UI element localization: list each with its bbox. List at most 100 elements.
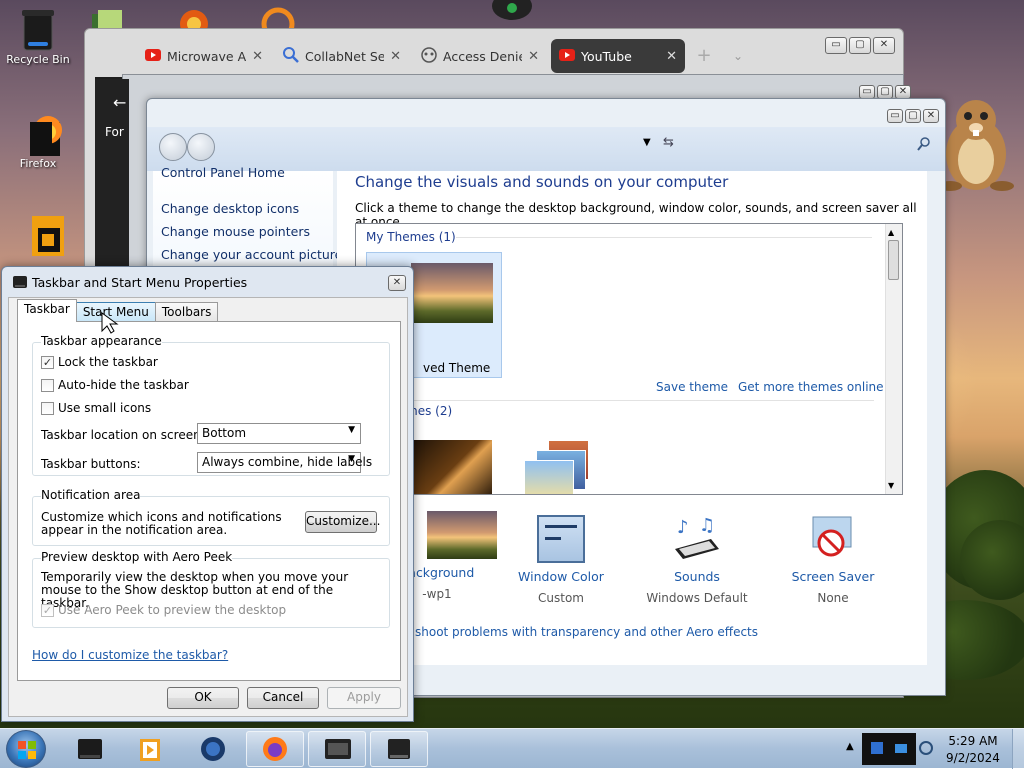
window-color-icon xyxy=(537,515,585,563)
location-select[interactable]: Bottom ▼ xyxy=(197,423,361,444)
browser-tab[interactable]: CollabNet Sear ✕ xyxy=(275,39,409,73)
media-player-icon xyxy=(140,739,160,761)
taskbar-item-firefox[interactable] xyxy=(246,731,304,767)
sidebar-link-desktop-icons[interactable]: Change desktop icons xyxy=(161,201,299,216)
sidebar-link-mouse-pointers[interactable]: Change mouse pointers xyxy=(161,224,310,239)
cancel-button[interactable]: Cancel xyxy=(247,687,319,709)
forward-button[interactable] xyxy=(187,133,215,161)
sidebar-link-account-picture[interactable]: Change your account picture xyxy=(161,247,342,262)
tab-taskbar[interactable]: Taskbar xyxy=(17,299,77,322)
maximize-button[interactable]: ▢ xyxy=(877,85,893,99)
taskbar-buttons-select[interactable]: Always combine, hide labels ▼ xyxy=(197,452,372,473)
tab-label: Access Denied xyxy=(443,48,522,64)
taskbar-tab-panel: Taskbar appearance ✓ Lock the taskbar Au… xyxy=(17,321,401,681)
taskbar-item-window[interactable] xyxy=(308,731,366,767)
address-dropdown-icon[interactable]: ▼ xyxy=(643,137,651,148)
window-color-value: Custom xyxy=(538,591,584,605)
taskbar-item-properties[interactable] xyxy=(370,731,428,767)
taskbar-item-globe[interactable] xyxy=(184,731,242,767)
auto-hide-checkbox[interactable]: Auto-hide the taskbar xyxy=(41,378,189,392)
tab-list-dropdown[interactable]: ⌄ xyxy=(723,39,753,73)
screen-saver-item[interactable]: Screen Saver None xyxy=(773,515,893,605)
desktop-icon-recycle-bin[interactable]: Recycle Bin xyxy=(0,6,76,66)
scroll-down-icon[interactable]: ▼ xyxy=(888,481,894,490)
customize-button[interactable]: Customize... xyxy=(305,511,380,533)
back-button[interactable] xyxy=(159,133,187,161)
minimize-button[interactable]: ▭ xyxy=(859,85,875,99)
dialog-close-button[interactable]: ✕ xyxy=(388,275,406,291)
tab-label: Microwave Anc xyxy=(167,48,247,64)
lock-taskbar-checkbox[interactable]: ✓ Lock the taskbar xyxy=(41,355,158,369)
browser-tab[interactable]: Access Denied ✕ xyxy=(413,39,547,73)
side-label: For xyxy=(105,125,124,139)
sounds-item[interactable]: ♪ ♫ Sounds Windows Default xyxy=(637,515,757,605)
close-button[interactable]: ✕ xyxy=(873,37,895,54)
theme-thumbnail[interactable] xyxy=(412,440,492,494)
get-more-themes-link[interactable]: Get more themes online xyxy=(738,380,884,394)
youtube-icon xyxy=(145,48,161,64)
background-icon xyxy=(427,511,497,559)
themes-scrollbar[interactable]: ▲ ▼ xyxy=(885,224,902,494)
tray-expand-icon[interactable]: ▲ xyxy=(846,741,854,752)
tray-app-icon[interactable] xyxy=(870,741,884,755)
group-legend: Preview desktop with Aero Peek xyxy=(41,550,233,564)
window-controls: ▭ ▢ ✕ xyxy=(859,85,911,99)
close-icon[interactable]: ✕ xyxy=(252,49,263,64)
ok-button[interactable]: OK xyxy=(167,687,239,709)
page-heading: Change the visuals and sounds on your co… xyxy=(355,173,729,191)
desktop-icon-firefox[interactable]: Firefox xyxy=(0,110,76,170)
close-icon[interactable]: ✕ xyxy=(528,49,539,64)
gadget-icon xyxy=(492,0,532,20)
notification-area-group: Notification area Customize which icons … xyxy=(32,488,390,546)
start-button[interactable] xyxy=(6,730,46,768)
close-icon[interactable]: ✕ xyxy=(666,49,677,64)
window-color-item[interactable]: Window Color Custom xyxy=(501,515,621,605)
new-tab-button[interactable]: + xyxy=(689,39,719,73)
scroll-up-icon[interactable]: ▲ xyxy=(888,228,894,237)
window-controls: ▭ ▢ ✕ xyxy=(887,109,939,123)
minimize-button[interactable]: ▭ xyxy=(887,109,903,123)
tab-toolbars[interactable]: Toolbars xyxy=(154,302,219,322)
taskbar-item-app[interactable] xyxy=(60,731,118,767)
firefox-icon xyxy=(263,737,287,761)
maximize-button[interactable]: ▢ xyxy=(905,109,921,123)
refresh-icon[interactable]: ⇆ xyxy=(663,135,674,150)
taskbar-app-icon xyxy=(78,739,102,759)
system-tray: ▲ xyxy=(842,729,938,769)
dialog-body: Taskbar Start Menu Toolbars Taskbar appe… xyxy=(8,297,408,717)
apply-button[interactable]: Apply xyxy=(327,687,401,709)
theme-thumbnail xyxy=(411,263,493,323)
close-button[interactable]: ✕ xyxy=(923,109,939,123)
show-desktop-button[interactable] xyxy=(1012,729,1024,769)
svg-text:♫: ♫ xyxy=(699,515,715,536)
search-icon[interactable] xyxy=(917,137,931,151)
back-arrow-icon[interactable]: ← xyxy=(113,93,126,112)
theme-thumbnail-stack[interactable] xyxy=(506,440,588,494)
taskbar-properties-dialog: Taskbar and Start Menu Properties ✕ Task… xyxy=(1,266,414,722)
browser-tab[interactable]: Microwave Anc ✕ xyxy=(137,39,271,73)
theme-name: ved Theme xyxy=(423,361,491,375)
save-theme-link[interactable]: Save theme xyxy=(656,380,728,394)
group-divider xyxy=(456,237,872,238)
group-legend: Notification area xyxy=(41,488,141,502)
sounds-icon: ♪ ♫ xyxy=(671,515,723,563)
taskbar-item-media-player[interactable] xyxy=(120,731,178,767)
close-icon[interactable]: ✕ xyxy=(390,49,401,64)
desktop-icon-app[interactable] xyxy=(2,212,78,259)
clock-date: 9/2/2024 xyxy=(946,751,1000,765)
clock[interactable]: 5:29 AM 9/2/2024 xyxy=(940,733,1006,767)
close-button[interactable]: ✕ xyxy=(895,85,911,99)
small-icons-checkbox[interactable]: Use small icons xyxy=(41,401,151,415)
minimize-button[interactable]: ▭ xyxy=(825,37,847,54)
scroll-thumb[interactable] xyxy=(888,240,899,280)
location-label: Taskbar location on screen: xyxy=(41,428,205,442)
aero-peek-checkbox[interactable]: ✓ Use Aero Peek to preview the desktop xyxy=(41,603,286,617)
volume-icon[interactable] xyxy=(918,740,934,756)
maximize-button[interactable]: ▢ xyxy=(849,37,871,54)
troubleshoot-link[interactable]: shoot problems with transparency and oth… xyxy=(415,625,758,639)
help-link[interactable]: How do I customize the taskbar? xyxy=(32,648,228,662)
sidebar-link-home[interactable]: Control Panel Home xyxy=(161,165,285,180)
browser-tab-active[interactable]: YouTube ✕ xyxy=(551,39,685,73)
network-icon[interactable] xyxy=(894,741,908,755)
personalization-main: Change the visuals and sounds on your co… xyxy=(337,171,927,665)
